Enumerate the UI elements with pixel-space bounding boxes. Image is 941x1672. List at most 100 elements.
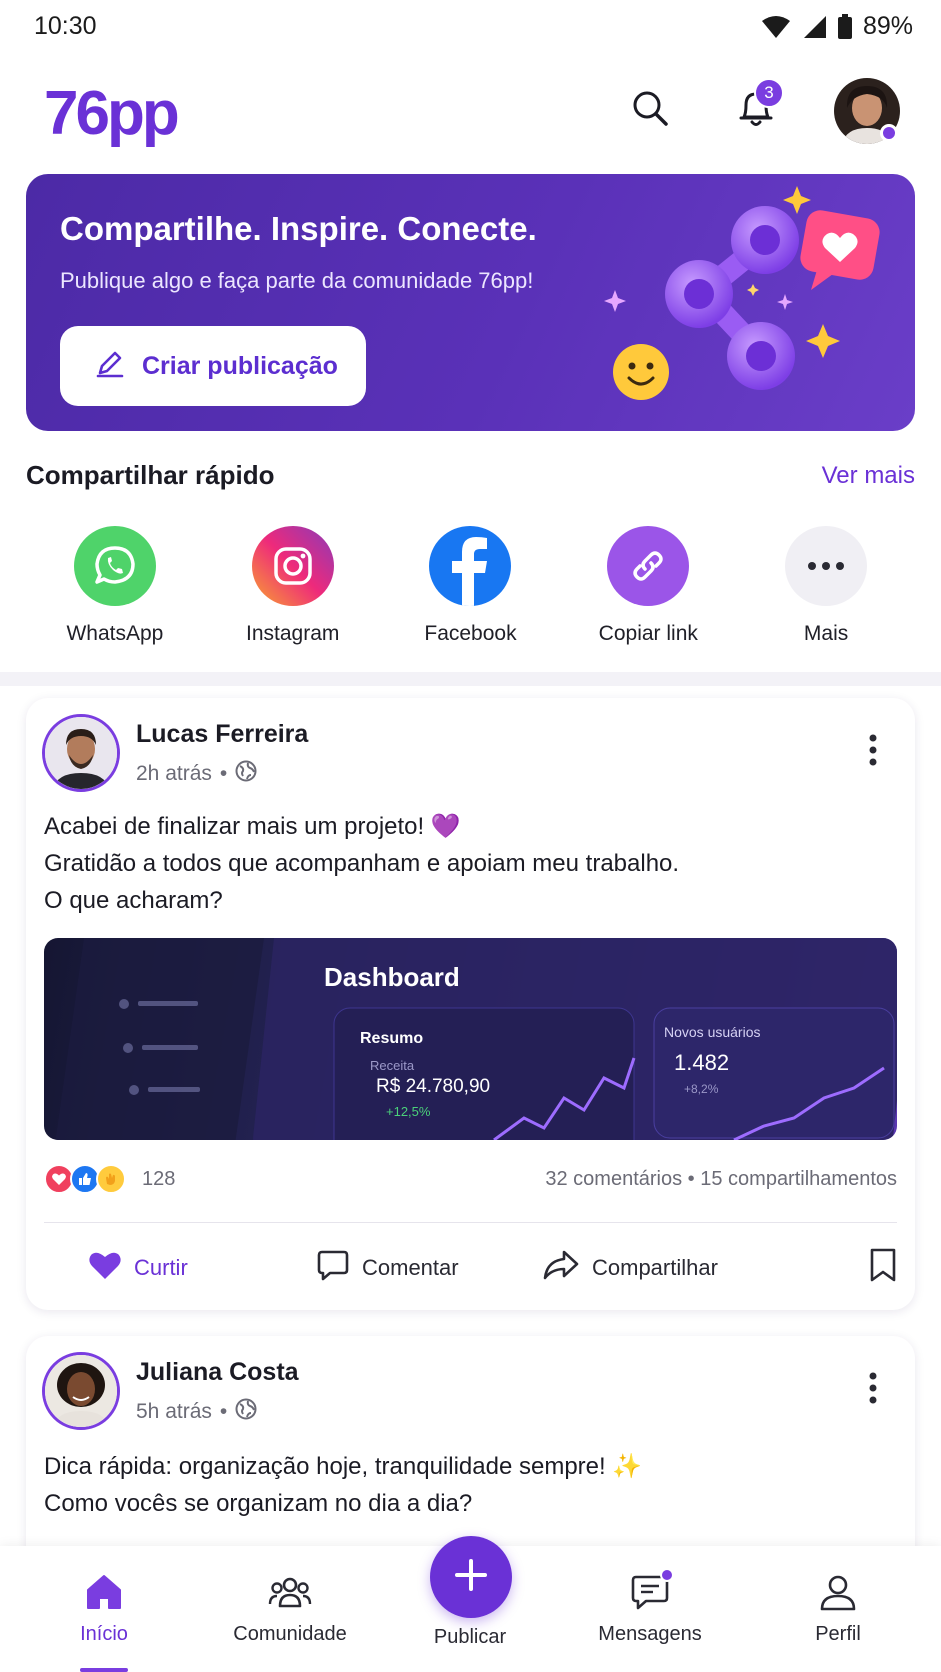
plus-icon	[453, 1557, 489, 1598]
status-bar: 10:30 89%	[0, 0, 941, 56]
comment-icon	[316, 1248, 350, 1288]
share-copy-link[interactable]: Copiar link	[559, 526, 737, 646]
nav-home[interactable]: Início	[29, 1572, 179, 1646]
revenue-label: Receita	[370, 1058, 415, 1073]
author-name[interactable]: Lucas Ferreira	[136, 720, 308, 749]
author-name[interactable]: Juliana Costa	[136, 1358, 299, 1387]
share-label: Compartilhar	[592, 1255, 718, 1280]
post-line: Gratidão a todos que acompanham e apoiam…	[44, 850, 680, 877]
post-meta: 2h atrás •	[136, 760, 257, 788]
bookmark-icon	[869, 1248, 897, 1288]
app-header: 76pp 3	[0, 70, 941, 160]
nav-label: Início	[80, 1623, 128, 1645]
battery-percent: 89%	[862, 12, 913, 40]
share-label: Mais	[803, 622, 849, 645]
instagram-icon	[251, 526, 334, 606]
pencil-icon	[94, 347, 126, 386]
nav-community[interactable]: Comunidade	[215, 1572, 365, 1646]
users-change: +8,2%	[684, 1082, 719, 1096]
clap-reaction-icon	[96, 1164, 126, 1194]
share-label: Copiar link	[598, 622, 698, 645]
more-vertical-icon	[868, 733, 878, 772]
post-options-button[interactable]	[855, 1372, 891, 1408]
quick-share-title: Compartilhar rápido	[26, 460, 275, 490]
post-body: Dica rápida: organização hoje, tranquili…	[44, 1448, 642, 1522]
section-divider	[0, 672, 941, 686]
home-icon	[84, 1572, 124, 1617]
more-icon	[785, 526, 868, 606]
nav-label: Perfil	[815, 1623, 861, 1645]
search-icon	[630, 88, 670, 133]
meta-separator: •	[219, 762, 228, 785]
share-whatsapp[interactable]: WhatsApp	[26, 526, 204, 646]
post-line: O que acharam?	[44, 887, 223, 914]
globe-icon	[235, 1398, 257, 1426]
see-more-link[interactable]: Ver mais	[822, 462, 915, 490]
share-more[interactable]: Mais	[737, 526, 915, 646]
comment-label: Comentar	[362, 1255, 459, 1280]
post-options-button[interactable]	[855, 734, 891, 770]
publish-fab-button[interactable]	[430, 1536, 512, 1618]
comment-button[interactable]: Comentar	[316, 1248, 459, 1288]
banner-subtitle: Publique algo e faça parte da comunidade…	[60, 268, 534, 293]
reaction-count: 128	[142, 1167, 176, 1190]
users-value: 1.482	[674, 1050, 730, 1075]
post-divider	[44, 1222, 897, 1223]
users-label: Novos usuários	[664, 1024, 761, 1040]
active-tab-indicator	[80, 1668, 128, 1672]
post-meta: 5h atrás •	[136, 1398, 257, 1426]
publish-label[interactable]: Publicar	[395, 1626, 545, 1649]
community-icon	[268, 1572, 312, 1617]
author-avatar[interactable]	[42, 714, 120, 792]
nav-label: Comunidade	[233, 1623, 347, 1645]
post-stats[interactable]: 32 comentários • 15 compartilhamentos	[545, 1168, 897, 1191]
signal-icon	[801, 15, 827, 39]
notifications-button[interactable]: 3	[726, 78, 786, 140]
unread-dot	[660, 1568, 674, 1582]
summary-label: Resumo	[360, 1030, 424, 1047]
post-image[interactable]: Dashboard Resumo Receita R$ 24.780,90 +1…	[44, 938, 897, 1140]
save-button[interactable]	[869, 1248, 897, 1288]
globe-icon	[235, 760, 257, 788]
heart-filled-icon	[88, 1250, 122, 1286]
share-arrow-icon	[542, 1249, 580, 1287]
share-label: Instagram	[246, 622, 340, 645]
share-label: WhatsApp	[66, 622, 164, 645]
revenue-value: R$ 24.780,90	[376, 1076, 491, 1097]
like-button[interactable]: Curtir	[88, 1250, 188, 1286]
wifi-icon	[761, 15, 791, 39]
create-post-button[interactable]: Criar publicação	[60, 326, 366, 406]
status-indicators: 89%	[761, 12, 913, 41]
notification-count-badge: 3	[754, 78, 784, 108]
share-instagram[interactable]: Instagram	[204, 526, 382, 646]
meta-separator: •	[219, 1400, 228, 1423]
message-icon	[630, 1568, 674, 1617]
facebook-icon	[429, 526, 512, 606]
share-button[interactable]: Compartilhar	[542, 1249, 718, 1287]
quick-share-row: WhatsApp Instagram Facebook Copiar link …	[26, 526, 915, 646]
nav-messages[interactable]: Mensagens	[575, 1568, 725, 1646]
app-logo[interactable]: 76pp	[44, 78, 180, 149]
post-time: 5h atrás	[136, 1400, 212, 1423]
whatsapp-icon	[73, 526, 156, 606]
share-facebook[interactable]: Facebook	[382, 526, 560, 646]
banner-title: Compartilhe. Inspire. Conecte.	[60, 210, 537, 247]
post-body: Acabei de finalizar mais um projeto! 💜 G…	[44, 808, 679, 919]
battery-icon	[837, 13, 853, 40]
hero-banner: Compartilhe. Inspire. Conecte. Publique …	[26, 174, 915, 431]
post-line: Acabei de finalizar mais um projeto! 💜	[44, 813, 461, 840]
post-line: Dica rápida: organização hoje, tranquili…	[44, 1453, 643, 1480]
revenue-change: +12,5%	[386, 1104, 431, 1119]
nav-profile[interactable]: Perfil	[763, 1572, 913, 1646]
reactions-summary[interactable]: 128	[44, 1164, 175, 1194]
profile-icon	[818, 1572, 858, 1617]
more-vertical-icon	[868, 1371, 878, 1410]
author-avatar[interactable]	[42, 1352, 120, 1430]
create-post-label: Criar publicação	[142, 351, 338, 380]
share-label: Facebook	[424, 622, 517, 645]
post-card: Lucas Ferreira 2h atrás • Acabei de fina…	[26, 698, 915, 1310]
search-button[interactable]	[620, 80, 680, 140]
post-time: 2h atrás	[136, 762, 212, 785]
share-illustration	[585, 174, 915, 431]
dashboard-title: Dashboard	[324, 962, 460, 992]
